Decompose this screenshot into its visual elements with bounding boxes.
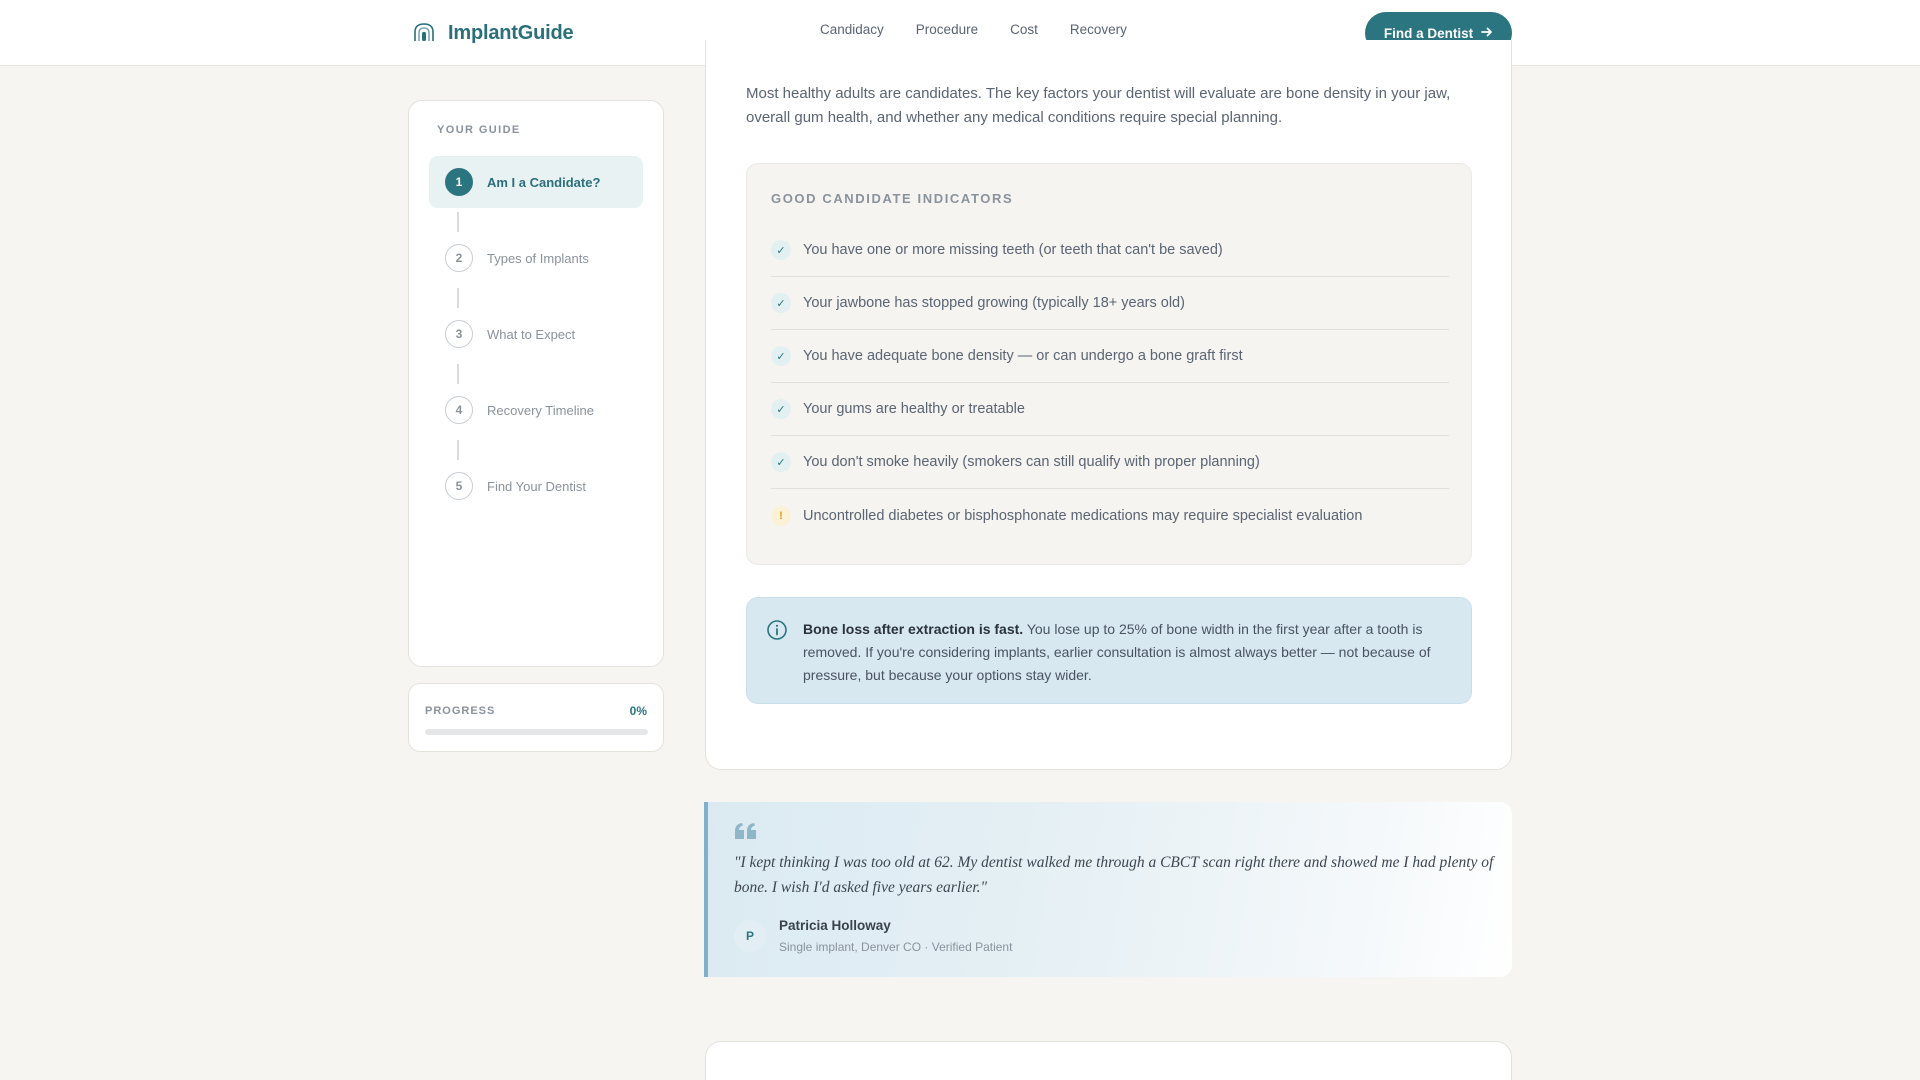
quote-icon <box>734 822 758 840</box>
brand-logo[interactable]: ImplantGuide <box>411 18 574 48</box>
check-icon: ✓ <box>771 399 791 419</box>
step-label: Find Your Dentist <box>487 478 587 494</box>
intro-paragraph: Most healthy adults are candidates. The … <box>746 85 1451 126</box>
info-icon <box>766 619 788 641</box>
list-item: ✓ You have one or more missing teeth (or… <box>771 224 1449 277</box>
testimonial-meta: Single implant, Denver CO · Verified Pat… <box>779 940 1013 954</box>
indicator-text: You don't smoke heavily (smokers can sti… <box>803 454 1260 470</box>
testimonial-author: Patricia Holloway <box>779 918 891 933</box>
indicator-text: You have one or more missing teeth (or t… <box>803 242 1223 258</box>
candidate-indicators-panel: GOOD CANDIDATE INDICATORS ✓ You have one… <box>746 163 1472 565</box>
step-am-i-a-candidate[interactable]: 1 Am I a Candidate? <box>429 156 643 208</box>
step-label: Recovery Timeline <box>487 402 594 418</box>
check-icon: ✓ <box>771 346 791 366</box>
step-recovery-timeline[interactable]: 4 Recovery Timeline <box>429 384 643 436</box>
progress-label: PROGRESS <box>425 705 496 717</box>
next-section-card <box>705 1041 1512 1080</box>
step-number: 5 <box>445 472 473 500</box>
step-what-to-expect[interactable]: 3 What to Expect <box>429 308 643 360</box>
check-icon: ✓ <box>771 452 791 472</box>
arrow-right-icon <box>1481 26 1493 41</box>
main-nav: Candidacy Procedure Cost Recovery <box>820 22 1127 37</box>
find-dentist-label: Find a Dentist <box>1383 25 1474 41</box>
nav-procedure[interactable]: Procedure <box>916 22 978 37</box>
candidacy-section: Most healthy adults are candidates. The … <box>705 40 1512 770</box>
progress-bar <box>425 729 648 735</box>
step-types-of-implants[interactable]: 2 Types of Implants <box>429 232 643 284</box>
guide-title: YOUR GUIDE <box>437 124 521 136</box>
list-item: ✓ You have adequate bone density — or ca… <box>771 330 1449 383</box>
indicator-text: Your gums are healthy or treatable <box>803 401 1025 417</box>
avatar: P <box>734 920 766 952</box>
callout-text: Bone loss after extraction is fast. You … <box>803 618 1453 687</box>
indicators-list: ✓ You have one or more missing teeth (or… <box>771 224 1449 542</box>
nav-recovery[interactable]: Recovery <box>1070 22 1127 37</box>
indicator-text: You have adequate bone density — or can … <box>803 348 1243 364</box>
list-item: ✓ Your gums are healthy or treatable <box>771 383 1449 436</box>
progress-value: 0% <box>629 704 647 718</box>
testimonial-card: "I kept thinking I was too old at 62. My… <box>704 802 1512 977</box>
list-item: ! Uncontrolled diabetes or bisphosphonat… <box>771 489 1449 542</box>
step-number: 1 <box>445 168 473 196</box>
bone-loss-callout: Bone loss after extraction is fast. You … <box>746 597 1472 704</box>
step-number: 3 <box>445 320 473 348</box>
step-label: Am I a Candidate? <box>487 174 601 190</box>
step-find-your-dentist[interactable]: 5 Find Your Dentist <box>429 460 643 512</box>
testimonial-quote: "I kept thinking I was too old at 62. My… <box>734 854 1494 896</box>
list-item: ✓ Your jawbone has stopped growing (typi… <box>771 277 1449 330</box>
step-connector <box>457 288 459 308</box>
step-number: 4 <box>445 396 473 424</box>
indicators-title: GOOD CANDIDATE INDICATORS <box>771 191 1014 206</box>
tooth-icon <box>411 20 437 46</box>
brand-name: ImplantGuide <box>448 21 574 44</box>
list-item: ✓ You don't smoke heavily (smokers can s… <box>771 436 1449 489</box>
progress-card: PROGRESS 0% <box>408 683 664 752</box>
step-connector <box>457 440 459 460</box>
nav-cost[interactable]: Cost <box>1010 22 1038 37</box>
indicator-text: Uncontrolled diabetes or bisphosphonate … <box>803 507 1363 524</box>
indicator-text: Your jawbone has stopped growing (typica… <box>803 295 1185 311</box>
check-icon: ✓ <box>771 293 791 313</box>
step-number: 2 <box>445 244 473 272</box>
step-label: What to Expect <box>487 326 576 342</box>
step-connector <box>457 212 459 232</box>
callout-bold: Bone loss after extraction is fast. <box>803 621 1024 637</box>
nav-candidacy[interactable]: Candidacy <box>820 22 884 37</box>
check-icon: ✓ <box>771 240 791 260</box>
warning-icon: ! <box>771 505 791 526</box>
guide-sidebar: YOUR GUIDE 1 Am I a Candidate? 2 Types o… <box>408 100 664 667</box>
step-connector <box>457 364 459 384</box>
step-label: Types of Implants <box>487 250 589 266</box>
